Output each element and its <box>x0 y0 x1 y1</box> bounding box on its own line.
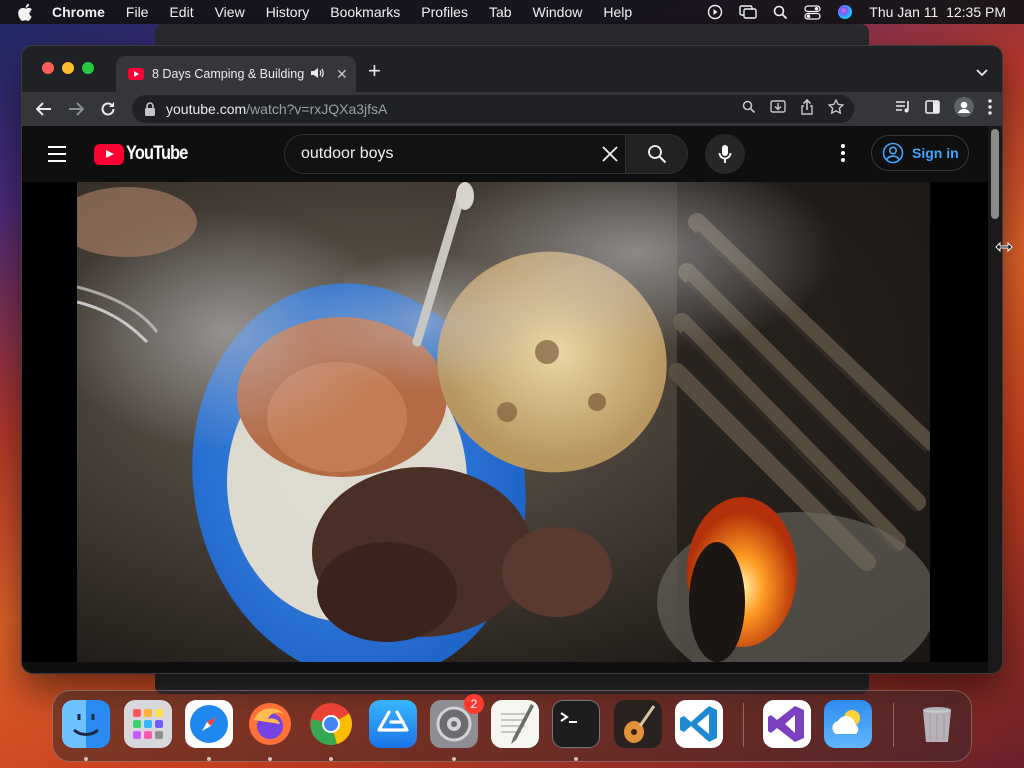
menu-profiles[interactable]: Profiles <box>421 4 468 20</box>
back-arrow-icon[interactable] <box>28 95 60 123</box>
finder-icon[interactable] <box>62 700 110 748</box>
video-still-image <box>77 182 930 662</box>
menu-help[interactable]: Help <box>603 4 632 20</box>
menu-file[interactable]: File <box>126 4 149 20</box>
settings-kebab-icon[interactable] <box>839 144 847 165</box>
voice-search-mic-icon[interactable] <box>705 134 745 174</box>
account-circle-icon <box>882 142 904 164</box>
youtube-play-logo-icon <box>94 143 124 165</box>
tab-strip: 8 Days Camping & Building ✕ + <box>22 46 1002 92</box>
media-controls-icon[interactable] <box>895 100 911 119</box>
garageband-icon[interactable] <box>614 700 662 748</box>
sign-in-label: Sign in <box>912 145 959 161</box>
system-settings-icon[interactable]: 2 <box>430 694 484 748</box>
spotlight-search-icon[interactable] <box>773 5 788 20</box>
url-path: /watch?v=rxJQXa3jfsA <box>246 101 388 117</box>
trash-icon[interactable] <box>913 700 961 748</box>
youtube-favicon-icon <box>128 68 144 80</box>
forward-arrow-icon[interactable] <box>60 95 92 123</box>
address-bar[interactable]: youtube.com/watch?v=rxJQXa3jfsA <box>132 95 854 123</box>
page-viewport: YouTube outdoor boys Sign in <box>22 126 1002 673</box>
dock-separator-trash <box>893 703 894 747</box>
textedit-icon[interactable] <box>491 700 539 748</box>
tab-active[interactable]: 8 Days Camping & Building ✕ <box>116 56 356 92</box>
youtube-header: YouTube outdoor boys Sign in <box>22 126 988 182</box>
zoom-search-icon[interactable] <box>742 100 756 119</box>
vscode-icon[interactable] <box>675 700 723 748</box>
page-scrollbar[interactable] <box>988 126 1002 673</box>
screen-mirror-icon[interactable] <box>739 5 757 19</box>
reload-icon[interactable] <box>92 95 124 123</box>
safari-icon[interactable] <box>185 700 233 748</box>
macos-dock: 2 <box>52 690 972 762</box>
finder-running-dot <box>84 757 88 761</box>
settings-notification-badge: 2 <box>464 694 484 714</box>
menu-app-name[interactable]: Chrome <box>52 4 105 20</box>
url-text[interactable]: youtube.com/watch?v=rxJQXa3jfsA <box>166 101 387 117</box>
sign-in-button[interactable]: Sign in <box>871 135 969 171</box>
guide-menu-icon[interactable] <box>48 146 66 167</box>
firefox-running-dot <box>268 757 272 761</box>
zoom-window-button[interactable] <box>82 62 94 74</box>
menu-window[interactable]: Window <box>533 4 583 20</box>
chrome-window: 8 Days Camping & Building ✕ + youtube.co… <box>22 46 1002 673</box>
youtube-wordmark: YouTube <box>126 143 188 164</box>
control-center-icon[interactable] <box>804 4 821 20</box>
search-button[interactable] <box>625 135 687 173</box>
window-controls <box>42 62 94 74</box>
clear-search-icon[interactable] <box>593 145 627 163</box>
browser-toolbar: youtube.com/watch?v=rxJQXa3jfsA <box>22 92 1002 126</box>
speaker-icon[interactable] <box>310 67 324 82</box>
app-store-icon[interactable] <box>369 700 417 748</box>
menu-view[interactable]: View <box>215 4 245 20</box>
dock-separator <box>743 703 744 747</box>
firefox-icon[interactable] <box>246 700 294 748</box>
play-circle-icon[interactable] <box>707 4 723 20</box>
site-info-icon[interactable] <box>144 102 158 116</box>
terminal-icon[interactable] <box>552 700 600 748</box>
tab-title: 8 Days Camping & Building <box>152 67 304 81</box>
launchpad-icon[interactable] <box>124 700 172 748</box>
install-app-icon[interactable] <box>770 99 786 119</box>
menu-edit[interactable]: Edit <box>169 4 193 20</box>
menu-history[interactable]: History <box>266 4 310 20</box>
tab-close-icon[interactable]: ✕ <box>336 66 348 83</box>
bookmark-star-icon[interactable] <box>827 98 845 119</box>
chrome-menu-icon[interactable] <box>988 98 992 120</box>
share-icon[interactable] <box>800 98 814 120</box>
chrome-icon[interactable] <box>307 700 355 748</box>
close-window-button[interactable] <box>42 62 54 74</box>
visual-studio-icon[interactable] <box>763 700 811 748</box>
video-player[interactable] <box>22 182 988 662</box>
side-panel-icon[interactable] <box>925 99 940 119</box>
terminal-running-dot <box>574 757 578 761</box>
video-frame[interactable] <box>77 182 930 662</box>
new-tab-button[interactable]: + <box>368 60 381 82</box>
macos-menubar: Chrome File Edit View History Bookmarks … <box>0 0 1024 24</box>
search-input[interactable]: outdoor boys <box>301 145 593 163</box>
settings-running-dot <box>452 757 456 761</box>
menu-bookmarks[interactable]: Bookmarks <box>330 4 400 20</box>
menubar-clock[interactable]: Thu Jan 11 12:35 PM <box>869 4 1006 20</box>
url-host: youtube.com <box>166 101 247 117</box>
profile-avatar-icon[interactable] <box>954 96 974 122</box>
tab-search-chevron-icon[interactable] <box>976 64 988 82</box>
youtube-logo[interactable]: YouTube <box>94 143 197 165</box>
apple-menu-icon[interactable] <box>18 3 36 21</box>
scrollbar-thumb[interactable] <box>991 129 999 219</box>
safari-running-dot <box>207 757 211 761</box>
search-box[interactable]: outdoor boys <box>284 134 688 174</box>
chrome-running-dot <box>329 757 333 761</box>
menu-tab[interactable]: Tab <box>489 4 512 20</box>
minimize-window-button[interactable] <box>62 62 74 74</box>
weather-icon[interactable] <box>824 700 872 748</box>
siri-icon[interactable] <box>837 4 853 20</box>
resize-cursor-icon <box>995 240 1013 258</box>
